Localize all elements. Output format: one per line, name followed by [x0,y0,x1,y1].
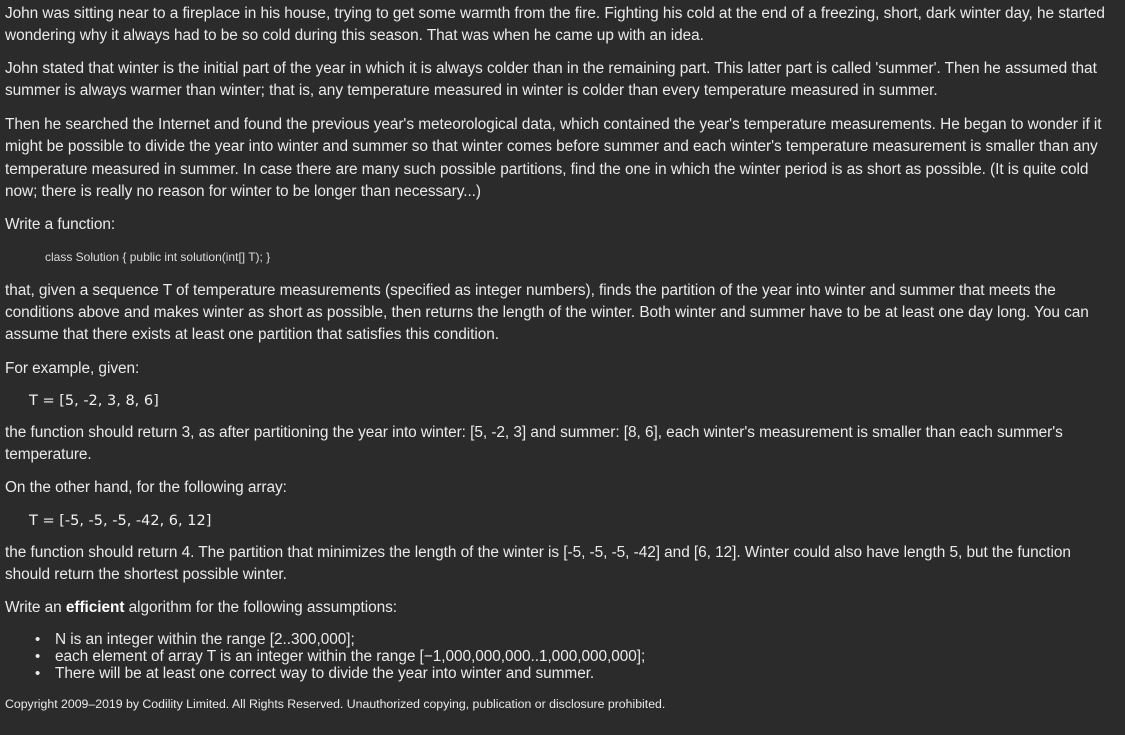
bullet-icon: • [35,647,41,665]
assumption-item: • N is an integer within the range [2..3… [35,631,1115,648]
efficient-emphasis: efficient [65,599,125,617]
assumption-text: N is an integer within the range [2..300… [55,630,355,648]
efficiency-label-prefix: Write an [5,599,66,617]
winter-definition-paragraph: John stated that winter is the initial p… [5,59,1097,99]
function-signature: class Solution { public int solution(int… [45,249,271,264]
bullet-icon: • [35,630,41,648]
problem-statement: John was sitting near to a fireplace in … [0,0,1125,735]
assumption-item: • There will be at least one correct way… [35,665,1115,682]
efficiency-label-suffix: algorithm for the following assumptions: [124,599,397,617]
copyright-notice: Copyright 2009–2019 by Codility Limited.… [5,697,666,712]
bullet-icon: • [35,665,41,683]
example-2-explanation: the function should return 4. The partit… [5,543,1071,584]
write-function-label: Write a function: [5,216,116,234]
example-array-2: T = [-5, -5, -5, -42, 6, 12] [29,512,212,529]
assumptions-list: • N is an integer within the range [2..3… [5,631,1115,683]
task-description-paragraph: Then he searched the Internet and found … [5,116,1102,201]
other-hand-label: On the other hand, for the following arr… [5,479,287,497]
for-example-label: For example, given: [5,359,140,377]
intro-paragraph: John was sitting near to a fireplace in … [5,5,1105,45]
assumption-text: There will be at least one correct way t… [55,665,595,683]
function-requirements-paragraph: that, given a sequence T of temperature … [5,281,1089,344]
assumption-item: • each element of array T is an integer … [35,648,1115,665]
assumption-text: each element of array T is an integer wi… [55,647,646,665]
efficiency-label: Write an efficient algorithm for the fol… [5,597,1115,619]
example-1-explanation: the function should return 3, as after p… [5,423,1063,464]
example-array-1: T = [5, -2, 3, 8, 6] [29,392,159,409]
